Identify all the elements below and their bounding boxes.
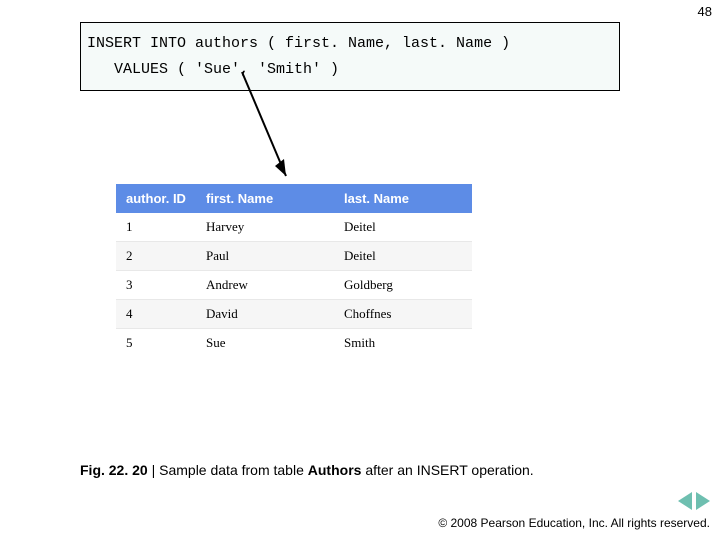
table-row: 2 Paul Deitel	[116, 242, 472, 271]
next-slide-icon[interactable]	[696, 492, 710, 510]
page-number: 48	[698, 4, 712, 19]
table-row: 3 Andrew Goldberg	[116, 271, 472, 300]
caption-fig-label: Fig. 22. 20	[80, 462, 148, 478]
cell-first: David	[196, 300, 334, 329]
cell-id: 5	[116, 329, 196, 358]
caption-sep: |	[148, 462, 159, 478]
cell-last: Deitel	[334, 242, 472, 271]
cell-last: Deitel	[334, 213, 472, 242]
table-row: 5 Sue Smith	[116, 329, 472, 358]
cell-first: Sue	[196, 329, 334, 358]
copyright-text: © 2008 Pearson Education, Inc. All right…	[438, 516, 710, 530]
figure-caption: Fig. 22. 20 | Sample data from table Aut…	[80, 462, 534, 478]
col-first-name: first. Name	[196, 184, 334, 213]
cell-id: 2	[116, 242, 196, 271]
pointer-arrow	[230, 66, 310, 186]
cell-last: Choffnes	[334, 300, 472, 329]
col-author-id: author. ID	[116, 184, 196, 213]
caption-pre: Sample data from table	[159, 462, 308, 478]
prev-slide-icon[interactable]	[678, 492, 692, 510]
table-row: 4 David Choffnes	[116, 300, 472, 329]
caption-bold: Authors	[308, 462, 362, 478]
authors-table: author. ID first. Name last. Name 1 Harv…	[116, 184, 472, 357]
cell-id: 4	[116, 300, 196, 329]
cell-first: Andrew	[196, 271, 334, 300]
nav-arrows	[678, 492, 710, 510]
sql-code-box: INSERT INTO authors ( first. Name, last.…	[80, 22, 620, 91]
col-last-name: last. Name	[334, 184, 472, 213]
cell-id: 1	[116, 213, 196, 242]
cell-first: Harvey	[196, 213, 334, 242]
table-header-row: author. ID first. Name last. Name	[116, 184, 472, 213]
cell-first: Paul	[196, 242, 334, 271]
cell-last: Smith	[334, 329, 472, 358]
code-line-1: INSERT INTO authors ( first. Name, last.…	[87, 35, 510, 52]
caption-post: after an INSERT operation.	[361, 462, 533, 478]
table-row: 1 Harvey Deitel	[116, 213, 472, 242]
cell-last: Goldberg	[334, 271, 472, 300]
cell-id: 3	[116, 271, 196, 300]
